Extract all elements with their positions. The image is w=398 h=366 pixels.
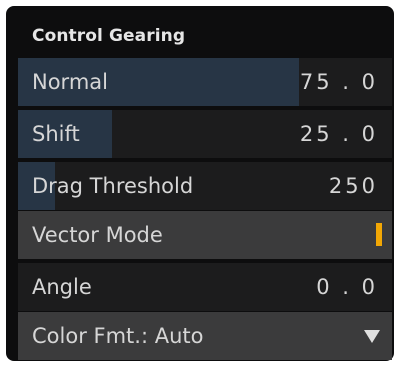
drag-threshold-slider-value: 250 [328, 174, 378, 198]
panel-title: Control Gearing [32, 26, 186, 46]
dropdown-triangle-icon [364, 330, 380, 343]
color-format-dropdown[interactable]: Color Fmt.: Auto [18, 312, 392, 360]
angle-field[interactable]: Angle 0 . 0 [18, 263, 392, 311]
shift-slider-value: 25 . 0 [299, 122, 378, 146]
shift-slider-label: Shift [32, 122, 80, 146]
angle-field-label: Angle [32, 275, 92, 299]
drag-threshold-slider[interactable]: Drag Threshold 250 [18, 162, 392, 210]
control-gearing-panel: Control Gearing Normal 75 . 0 Shift 25 .… [6, 6, 394, 361]
normal-slider-label: Normal [32, 70, 108, 94]
color-format-dropdown-label: Color Fmt.: Auto [32, 324, 204, 348]
normal-slider-value: 75 . 0 [299, 70, 378, 94]
shift-slider[interactable]: Shift 25 . 0 [18, 110, 392, 158]
normal-slider[interactable]: Normal 75 . 0 [18, 58, 392, 106]
toggle-on-indicator-icon [376, 223, 382, 246]
vector-mode-toggle[interactable]: Vector Mode [18, 211, 392, 259]
drag-threshold-slider-label: Drag Threshold [32, 174, 194, 198]
vector-mode-label: Vector Mode [32, 223, 163, 247]
angle-field-value: 0 . 0 [316, 275, 378, 299]
